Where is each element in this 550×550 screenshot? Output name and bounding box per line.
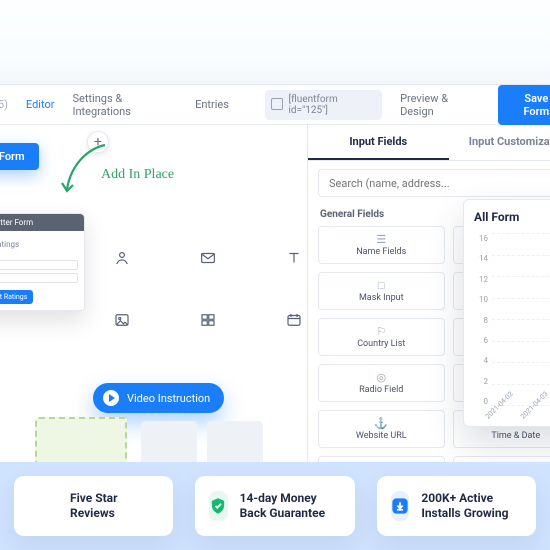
tab-settings[interactable]: Settings & Integrations bbox=[72, 92, 177, 118]
submit-chip-label: Submit Form bbox=[0, 150, 25, 163]
preview-link[interactable]: Preview & Design bbox=[400, 92, 480, 118]
text-icon bbox=[271, 239, 307, 277]
save-button[interactable]: Save Form bbox=[498, 85, 550, 125]
submit-chip[interactable]: Submit Form bbox=[0, 143, 39, 170]
mail-icon bbox=[185, 239, 231, 277]
tab-entries[interactable]: Entries bbox=[195, 98, 229, 111]
mini-title: Newsletter Form bbox=[0, 214, 84, 231]
video-label: Video Instruction bbox=[127, 392, 210, 405]
feature-badges: ★★★ Five Star Reviews 14-day Money Back … bbox=[0, 462, 550, 550]
drop-placeholder[interactable] bbox=[35, 417, 127, 463]
badge-installs-text: 200K+ Active Installs Growing bbox=[421, 491, 522, 521]
mini-submit[interactable]: Submit Ratings bbox=[0, 290, 33, 304]
chart-x-axis: 2021-04-022021-04-032021-04-042021-04-05… bbox=[484, 415, 550, 423]
shortcode-chip[interactable]: [fluentform id="125"] bbox=[265, 90, 382, 120]
tile-icon: ⚓ bbox=[374, 418, 388, 429]
user-icon bbox=[99, 239, 145, 277]
shortcode-text: [fluentform id="125"] bbox=[288, 94, 374, 116]
field-icon-grid bbox=[99, 239, 307, 339]
tile-icon: ⚐ bbox=[376, 326, 386, 337]
field-tile[interactable]: □ Mask Input bbox=[318, 272, 445, 310]
tile-icon: □ bbox=[378, 280, 385, 291]
star-icon: ★★★ bbox=[0, 251, 78, 260]
badge-guarantee-text: 14-day Money Back Guarantee bbox=[240, 491, 341, 521]
badge-reviews-text: Five Star Reviews bbox=[70, 491, 159, 521]
tile-label: Name Fields bbox=[356, 247, 406, 257]
builder-canvas[interactable]: Submit Form + Add In Place Newsletter Fo… bbox=[0, 125, 307, 463]
field-tile[interactable]: ⚓ Website URL bbox=[318, 410, 445, 448]
form-builder-window: (#125) Editor Settings & Integrations En… bbox=[0, 84, 550, 464]
chart-y-axis: 1614121086420 bbox=[470, 234, 488, 406]
play-icon bbox=[103, 390, 119, 406]
video-instruction-button[interactable]: Video Instruction bbox=[93, 383, 224, 413]
tile-label: Radio Field bbox=[359, 385, 403, 395]
mini-form-preview: Newsletter Form Your Ratings ★★★ Submit … bbox=[0, 213, 85, 311]
tile-label: Mask Input bbox=[359, 293, 404, 303]
mini-email[interactable] bbox=[0, 260, 78, 270]
badge-installs: 200K+ Active Installs Growing bbox=[377, 476, 536, 536]
form-id: (#125) bbox=[0, 98, 8, 111]
mini-password[interactable] bbox=[0, 273, 78, 283]
tile-label: Time & Date bbox=[491, 431, 540, 441]
fields-panel: Input Fields Input Customization General… bbox=[307, 125, 550, 463]
tile-icon: ◎ bbox=[376, 372, 386, 383]
field-tile[interactable]: ◎ Radio Field bbox=[318, 364, 445, 402]
badge-reviews: ★★★ Five Star Reviews bbox=[14, 476, 173, 536]
tab-editor[interactable]: Editor bbox=[26, 98, 55, 111]
grid-icon bbox=[185, 301, 231, 339]
ghost-block bbox=[141, 421, 197, 463]
add-in-place-label: Add In Place bbox=[101, 167, 174, 183]
panel-tabs: Input Fields Input Customization bbox=[308, 125, 550, 161]
ghost-block bbox=[207, 421, 263, 463]
tile-icon: ☰ bbox=[376, 234, 386, 245]
search-input[interactable] bbox=[318, 169, 550, 197]
tab-input-customization[interactable]: Input Customization bbox=[449, 125, 550, 160]
shield-icon bbox=[209, 491, 227, 521]
tile-label: Country List bbox=[357, 339, 405, 349]
field-tile[interactable]: ☰ Name Fields bbox=[318, 226, 445, 264]
field-tile[interactable]: ⚐ Country List bbox=[318, 318, 445, 356]
calendar-icon bbox=[271, 301, 307, 339]
copy-icon bbox=[273, 100, 283, 110]
chart-plot bbox=[492, 234, 550, 406]
tile-label: Website URL bbox=[356, 431, 407, 441]
badge-guarantee: 14-day Money Back Guarantee bbox=[195, 476, 354, 536]
tab-input-fields[interactable]: Input Fields bbox=[308, 125, 449, 160]
chart-title: All Form bbox=[474, 210, 550, 224]
mini-rating-label: Your Ratings bbox=[0, 240, 78, 249]
topbar: (#125) Editor Settings & Integrations En… bbox=[0, 85, 550, 125]
chart-card: All Form 1614121086420 2021-04-022021-04… bbox=[463, 199, 550, 427]
stars-icon: ★★★ bbox=[28, 491, 58, 521]
image-icon bbox=[99, 301, 145, 339]
download-icon bbox=[391, 491, 410, 521]
